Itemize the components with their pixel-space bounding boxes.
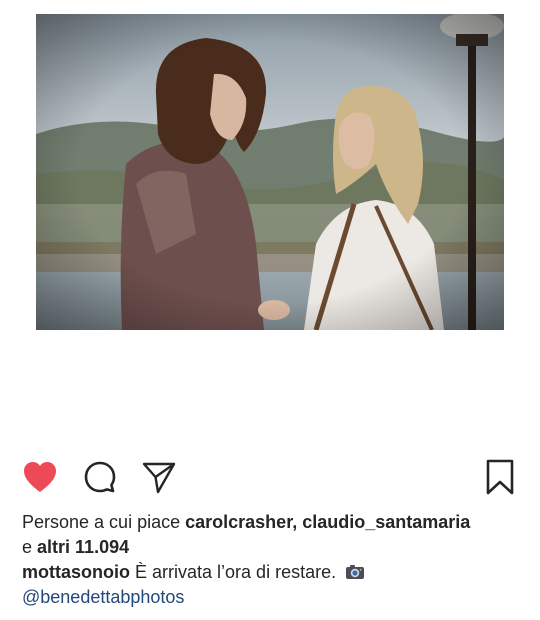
heart-icon [24, 462, 56, 492]
save-button[interactable] [478, 455, 522, 499]
likes-line-1: Persone a cui piace carolcrasher, claudi… [22, 510, 532, 535]
likes-separator: , [292, 512, 298, 532]
instagram-post: Persone a cui piace carolcrasher, claudi… [0, 0, 540, 620]
comment-bubble-icon [84, 461, 116, 493]
post-action-bar [0, 455, 540, 501]
liker-username-1[interactable]: carolcrasher [185, 512, 292, 532]
camera-icon [346, 565, 365, 579]
like-button[interactable] [18, 455, 62, 499]
share-button[interactable] [137, 455, 181, 499]
likes-conjunction: e [22, 537, 33, 557]
liker-username-2[interactable]: claudio_santamaria [302, 512, 470, 532]
likes-others-count[interactable]: altri 11.094 [37, 537, 129, 557]
caption-line: mottasonoio È arrivata l’ora di restare. [22, 560, 532, 585]
post-text: Persone a cui piace carolcrasher, claudi… [22, 510, 532, 610]
caption-mention-link[interactable]: @benedettabphotos [22, 587, 184, 607]
post-photo-image [36, 14, 504, 330]
likes-prefix: Persone a cui piace [22, 512, 181, 532]
send-paper-plane-icon [142, 462, 176, 494]
caption-username[interactable]: mottasonoio [22, 562, 130, 582]
comment-button[interactable] [78, 455, 122, 499]
caption-text: È arrivata l’ora di restare. [135, 562, 337, 582]
bookmark-icon [486, 459, 514, 495]
likes-line-2: e altri 11.094 [22, 535, 532, 560]
post-photo[interactable] [36, 14, 504, 330]
mention-line: @benedettabphotos [22, 585, 532, 610]
